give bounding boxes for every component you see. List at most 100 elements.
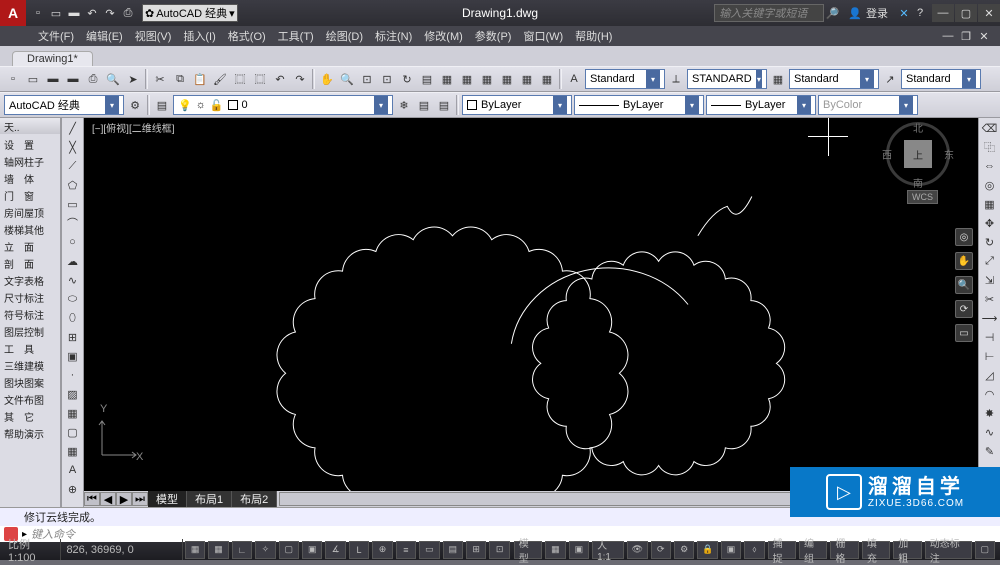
- menu-help[interactable]: 帮助(H): [569, 26, 618, 46]
- osnap-toggle[interactable]: ▢: [279, 541, 299, 559]
- insert-icon[interactable]: ⊞: [64, 328, 82, 346]
- side-item[interactable]: 设 置: [0, 136, 60, 153]
- viewcube-w[interactable]: 西: [882, 147, 892, 162]
- doc-min-icon[interactable]: —: [940, 28, 956, 44]
- workspace2-select[interactable]: AutoCAD 经典 ▾: [4, 95, 124, 115]
- plot-icon[interactable]: ⎙: [84, 70, 102, 88]
- redo-icon[interactable]: ↷: [102, 5, 118, 21]
- block2-icon[interactable]: ⿴: [251, 70, 269, 88]
- layer-select[interactable]: 💡 ☼ 🔓 0 ▾: [173, 95, 393, 115]
- ellipse-icon[interactable]: ⬭: [64, 290, 82, 308]
- save-icon[interactable]: ▬: [66, 5, 82, 21]
- workspace-select[interactable]: ✿ AutoCAD 经典 ▾: [142, 4, 238, 22]
- clean-screen-icon[interactable]: ▢: [975, 541, 995, 559]
- layout-tab[interactable]: 布局2: [232, 491, 277, 507]
- grid-toggle[interactable]: ▦: [208, 541, 228, 559]
- login-button[interactable]: 👤 登录: [848, 5, 888, 21]
- zoom-prev-icon[interactable]: ⊡: [378, 70, 396, 88]
- polygon-icon[interactable]: ⬠: [64, 176, 82, 194]
- xline-icon[interactable]: ╳: [64, 138, 82, 156]
- ws-settings-icon[interactable]: ⚙: [126, 96, 144, 114]
- zoom-rt-icon[interactable]: 🔍: [338, 70, 356, 88]
- redo2-icon[interactable]: ↷: [291, 70, 309, 88]
- revcloud-icon[interactable]: ☁: [64, 252, 82, 270]
- dyn-toggle[interactable]: ⊕: [372, 541, 392, 559]
- save-doc-icon[interactable]: ▬: [44, 70, 62, 88]
- side-item[interactable]: 工 具: [0, 340, 60, 357]
- wcs-badge[interactable]: WCS: [907, 190, 938, 204]
- doc-close-icon[interactable]: ✕: [976, 28, 992, 44]
- status-mode-btn[interactable]: 编组: [799, 541, 827, 559]
- point-icon[interactable]: ·: [64, 366, 82, 384]
- side-item[interactable]: 尺寸标注: [0, 289, 60, 306]
- side-item[interactable]: 三维建模: [0, 357, 60, 374]
- lock-ui-icon[interactable]: 🔒: [697, 541, 717, 559]
- regen-icon[interactable]: ↻: [398, 70, 416, 88]
- open-doc-icon[interactable]: ▭: [24, 70, 42, 88]
- viewcube-top[interactable]: 上: [904, 140, 932, 168]
- help-search-input[interactable]: 输入关键字或短语: [714, 4, 824, 22]
- ws-switch-icon[interactable]: ⚙: [674, 541, 694, 559]
- paste-icon[interactable]: 📋: [191, 70, 209, 88]
- menu-modify[interactable]: 修改(M): [418, 26, 469, 46]
- hardware-icon[interactable]: ▣: [721, 541, 741, 559]
- side-item[interactable]: 图块图案: [0, 374, 60, 391]
- copy2-icon[interactable]: ⿻: [981, 138, 999, 156]
- spline-icon[interactable]: ∿: [64, 271, 82, 289]
- zoom-nav-icon[interactable]: 🔍: [955, 276, 973, 294]
- array-icon[interactable]: ▦: [981, 195, 999, 213]
- qselect-icon[interactable]: ▦: [538, 70, 556, 88]
- textstyle-select[interactable]: Standard ▾: [585, 69, 665, 89]
- undo2-icon[interactable]: ↶: [271, 70, 289, 88]
- join-icon[interactable]: ⊢: [981, 347, 999, 365]
- menu-tools[interactable]: 工具(T): [272, 26, 320, 46]
- menu-edit[interactable]: 编辑(E): [80, 26, 129, 46]
- ann-vis-icon[interactable]: 👁: [627, 541, 647, 559]
- menu-dim[interactable]: 标注(N): [369, 26, 418, 46]
- tool-palette-icon[interactable]: ▦: [438, 70, 456, 88]
- mleaderstyle-select[interactable]: Standard ▾: [901, 69, 981, 89]
- side-item[interactable]: 剖 面: [0, 255, 60, 272]
- menu-param[interactable]: 参数(P): [469, 26, 518, 46]
- ortho-toggle[interactable]: ∟: [232, 541, 252, 559]
- status-mode-btn[interactable]: 加粗: [893, 541, 921, 559]
- hatch-icon[interactable]: ▨: [64, 385, 82, 403]
- addselect-icon[interactable]: ⊕: [64, 480, 82, 498]
- side-item[interactable]: 文字表格: [0, 272, 60, 289]
- status-grid-icon[interactable]: ▦: [545, 541, 565, 559]
- table-icon[interactable]: ▦: [64, 442, 82, 460]
- dimstyle-icon[interactable]: ⟂: [667, 70, 685, 88]
- viewcube-s[interactable]: 南: [913, 175, 923, 190]
- blend-icon[interactable]: ∿: [981, 423, 999, 441]
- zoom-win-icon[interactable]: ⊡: [358, 70, 376, 88]
- view-cube[interactable]: 上 北 南 东 西: [886, 122, 950, 186]
- arc-icon[interactable]: ⌒: [64, 214, 82, 232]
- saveas-icon[interactable]: ▬: [64, 70, 82, 88]
- makeblock-icon[interactable]: ▣: [64, 347, 82, 365]
- tablestyle-select[interactable]: Standard ▾: [789, 69, 879, 89]
- pan-icon[interactable]: ✋: [318, 70, 336, 88]
- layer-prop-icon[interactable]: ▤: [153, 96, 171, 114]
- lineweight-select[interactable]: ByLayer ▾: [706, 95, 816, 115]
- menu-window[interactable]: 窗口(W): [517, 26, 569, 46]
- mleaderstyle-icon[interactable]: ↗: [881, 70, 899, 88]
- status-mode-btn[interactable]: 动态标注: [925, 541, 972, 559]
- maximize-button[interactable]: ▢: [955, 4, 977, 22]
- trim-icon[interactable]: ✂: [981, 290, 999, 308]
- mirror-icon[interactable]: ⇔: [981, 157, 999, 175]
- sheet-icon[interactable]: ▤: [418, 70, 436, 88]
- status-mode-btn[interactable]: 栅格: [830, 541, 858, 559]
- app-logo[interactable]: A: [0, 0, 26, 26]
- layer-iso-icon[interactable]: ▤: [435, 96, 453, 114]
- ellipse-arc-icon[interactable]: ⬯: [64, 309, 82, 327]
- 3dosnap-toggle[interactable]: ▣: [302, 541, 322, 559]
- side-item[interactable]: 门 窗: [0, 187, 60, 204]
- side-item[interactable]: 轴网柱子: [0, 153, 60, 170]
- wheel-icon[interactable]: ◎: [955, 228, 973, 246]
- help-icon[interactable]: ?: [912, 5, 928, 21]
- viewcube-e[interactable]: 东: [944, 147, 954, 162]
- dimstyle-select[interactable]: STANDARD ▾: [687, 69, 767, 89]
- polar-toggle[interactable]: ✧: [255, 541, 275, 559]
- model-tab[interactable]: 模型: [148, 491, 187, 507]
- qp-toggle[interactable]: ▤: [443, 541, 463, 559]
